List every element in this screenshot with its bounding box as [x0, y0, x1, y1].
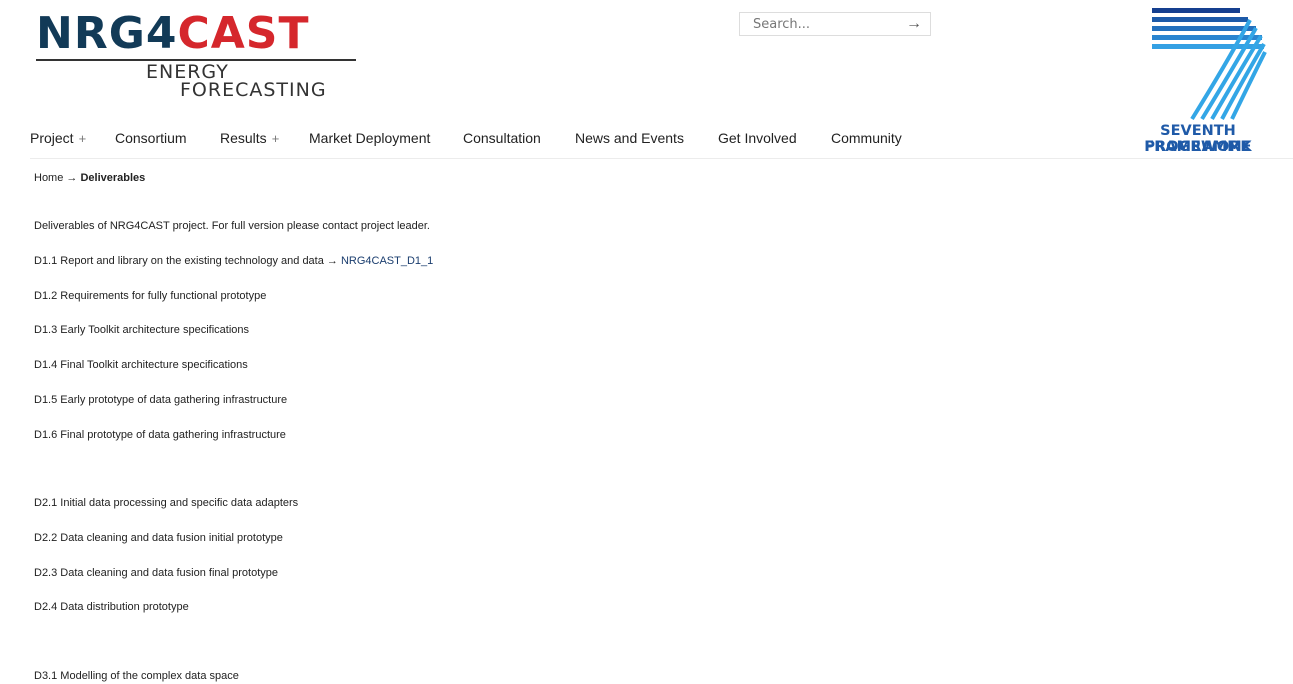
fp7-seven-icon [1152, 8, 1267, 121]
search-box: → [739, 12, 931, 36]
deliverable-d1-6: D1.6 Final prototype of data gathering i… [34, 429, 286, 441]
breadcrumb-current: Deliverables [80, 172, 146, 184]
nav-item-consultation[interactable]: Consultation [463, 130, 541, 146]
breadcrumb-home-link[interactable]: Home [34, 172, 63, 184]
nav-item-label: Market Deployment [309, 130, 431, 146]
deliverable-d2-2: D2.2 Data cleaning and data fusion initi… [34, 532, 283, 544]
deliverable-d1-4: D1.4 Final Toolkit architecture specific… [34, 359, 248, 371]
nav-item-consortium[interactable]: Consortium [115, 130, 187, 146]
logo-tagline-2: FORECASTING [180, 79, 327, 101]
nav-item-market-deployment[interactable]: Market Deployment [309, 130, 430, 146]
nav-item-community[interactable]: Community [831, 130, 902, 146]
breadcrumb-separator: → [63, 172, 81, 184]
deliverable-d1-5: D1.5 Early prototype of data gathering i… [34, 394, 288, 406]
deliverable-d1-1-link[interactable]: NRG4CAST_D1_1 [341, 255, 433, 267]
nav-item-label: Get Involved [718, 130, 797, 146]
nav-item-results[interactable]: Results + [220, 130, 279, 146]
site-logo[interactable]: NRG4CAST ENERGY FORECASTING [36, 10, 356, 105]
nav-divider [30, 158, 1293, 159]
plus-icon: + [271, 131, 280, 146]
fp7-title-line-2: PROGRAMME [1144, 139, 1252, 155]
plus-icon: + [78, 131, 87, 146]
deliverable-d1-3: D1.3 Early Toolkit architecture specific… [34, 324, 250, 336]
logo-part-1: NRG4 [36, 8, 178, 59]
fp7-logo: SEVENTH FRAMEWORK PROGRAMME [1108, 6, 1288, 161]
nav-item-label: Consortium [115, 130, 187, 146]
logo-wordmark: NRG4CAST [36, 10, 309, 58]
nav-item-label: News and Events [575, 130, 684, 146]
deliverable-d1-2: D1.2 Requirements for fully functional p… [34, 290, 267, 302]
deliverable-d2-3: D2.3 Data cleaning and data fusion final… [34, 567, 278, 579]
deliverable-title: D1.1 Report and library on the existing … [34, 255, 341, 267]
nav-item-project[interactable]: Project + [30, 130, 86, 146]
intro-text: Deliverables of NRG4CAST project. For fu… [34, 220, 430, 232]
nav-item-get-involved[interactable]: Get Involved [718, 130, 797, 146]
nav-item-label: Consultation [463, 130, 541, 146]
breadcrumb: Home → Deliverables [34, 172, 145, 184]
deliverable-d2-4: D2.4 Data distribution prototype [34, 601, 189, 613]
deliverable-d1-1: D1.1 Report and library on the existing … [34, 255, 433, 267]
deliverable-d2-1: D2.1 Initial data processing and specifi… [34, 497, 299, 509]
logo-part-2: CAST [177, 8, 310, 59]
nav-item-label: Project [30, 130, 74, 146]
search-input[interactable] [740, 13, 913, 35]
nav-item-news-and-events[interactable]: News and Events [575, 130, 684, 146]
search-arrow-icon[interactable]: → [906, 13, 922, 35]
nav-item-label: Community [831, 130, 902, 146]
deliverable-d3-1: D3.1 Modelling of the complex data space [34, 670, 239, 682]
nav-item-label: Results [220, 130, 267, 146]
